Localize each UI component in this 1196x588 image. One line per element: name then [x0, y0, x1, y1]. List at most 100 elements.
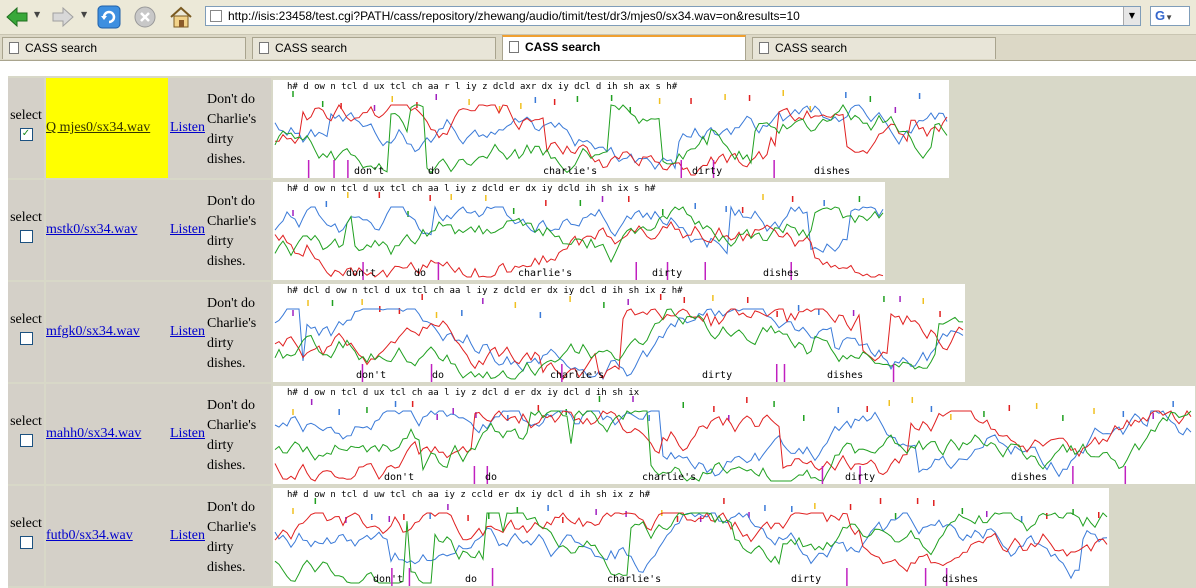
feature-curve — [274, 205, 884, 255]
word-label: do — [485, 472, 497, 483]
feature-plot[interactable]: h# dcl d ow n tcl d ux tcl ch aa l iy z … — [273, 284, 965, 382]
sentence-line: dishes. — [207, 560, 246, 575]
forward-dropdown-icon[interactable]: ▼ — [81, 10, 87, 19]
select-checkbox[interactable] — [19, 536, 33, 549]
sentence-line: Don't do — [207, 296, 256, 311]
feature-plot[interactable]: h# d ow n tcl d ux tcl ch aa l iy z dcl … — [273, 386, 1195, 484]
sentence-text: Don't do Charlie's dirty dishes. — [205, 384, 271, 484]
phone-labels: h# d ow n tcl d ux tcl ch aa l iy z dcl … — [287, 388, 640, 398]
sentence-line: Don't do — [207, 398, 256, 413]
page-icon — [9, 42, 19, 54]
home-icon[interactable] — [168, 4, 194, 30]
select-cell: select ✓ — [8, 78, 44, 178]
word-label: dishes — [942, 574, 978, 585]
sentence-line: Don't do — [207, 194, 256, 209]
page-icon — [509, 41, 519, 53]
select-checkbox[interactable]: ✓ — [19, 128, 33, 141]
url-text: http://isis:23458/test.cgi?PATH/cass/rep… — [228, 9, 800, 23]
select-label: select — [10, 108, 42, 123]
tab-1[interactable]: CASS search — [2, 37, 246, 59]
word-label: charlie's — [543, 166, 597, 177]
sentence-line: Don't do — [207, 92, 256, 107]
select-cell: select — [8, 384, 44, 484]
feature-plot[interactable]: h# d ow n tcl d uw tcl ch aa iy z ccld e… — [273, 488, 1109, 586]
phone-labels: h# d ow n tcl d uw tcl ch aa iy z ccld e… — [287, 490, 651, 500]
word-label: charlie's — [642, 472, 696, 483]
word-label: dirty — [702, 370, 732, 381]
sentence-line: dirty — [207, 336, 234, 351]
file-link[interactable]: mstk0/sx34.wav — [46, 180, 168, 280]
sentence-line: dishes. — [207, 458, 246, 473]
stop-icon[interactable] — [132, 4, 158, 30]
sentence-text: Don't do Charlie's dirty dishes. — [205, 78, 271, 178]
word-label: charlie's — [550, 370, 604, 381]
result-row: select mstk0/sx34.wav Listen Don't do Ch… — [8, 180, 1196, 280]
result-row: select futb0/sx34.wav Listen Don't do Ch… — [8, 486, 1196, 586]
page-icon — [210, 10, 222, 22]
search-engine-box[interactable]: G▼ — [1150, 6, 1190, 26]
result-row: select mahh0/sx34.wav Listen Don't do Ch… — [8, 384, 1196, 484]
feature-curve — [274, 410, 1192, 482]
file-link[interactable]: mahh0/sx34.wav — [46, 384, 168, 484]
file-link[interactable]: futb0/sx34.wav — [46, 486, 168, 586]
results-table: select ✓ Q mjes0/sx34.wav Listen Don't d… — [8, 76, 1196, 588]
feature-plot-svg: h# d ow n tcl d ux tcl ch aa l iy z dcld… — [274, 184, 884, 280]
address-bar[interactable]: http://isis:23458/test.cgi?PATH/cass/rep… — [205, 6, 1141, 26]
word-label: don't — [384, 472, 414, 483]
listen-link[interactable]: Listen — [168, 486, 205, 586]
sentence-line: dishes. — [207, 356, 246, 371]
file-link[interactable]: Q mjes0/sx34.wav — [46, 78, 168, 178]
select-label: select — [10, 516, 42, 531]
listen-link[interactable]: Listen — [168, 78, 205, 178]
back-dropdown-icon[interactable]: ▼ — [34, 10, 40, 19]
select-checkbox[interactable] — [19, 332, 33, 345]
browser-toolbar: ▼ ▼ http://isis:23458/test.cgi?PATH/cass… — [0, 0, 1196, 35]
listen-link[interactable]: Listen — [168, 282, 205, 382]
word-label: dishes — [827, 370, 863, 381]
sentence-line: Charlie's — [207, 418, 257, 433]
search-engine-dropdown-icon[interactable]: ▼ — [1165, 13, 1173, 22]
back-arrow-icon[interactable] — [4, 4, 30, 30]
sentence-line: dirty — [207, 234, 234, 249]
sentence-text: Don't do Charlie's dirty dishes. — [205, 486, 271, 586]
address-dropdown-icon[interactable]: ▼ — [1123, 7, 1140, 25]
select-label: select — [10, 210, 42, 225]
select-checkbox[interactable] — [19, 230, 33, 243]
feature-curve — [274, 206, 884, 264]
file-link[interactable]: mfgk0/sx34.wav — [46, 282, 168, 382]
tab-3-active[interactable]: CASS search — [502, 35, 746, 60]
word-label: don't — [356, 370, 386, 381]
feature-curve — [274, 512, 1108, 580]
tab-4[interactable]: CASS search — [752, 37, 996, 59]
feature-plot-svg: h# dcl d ow n tcl d ux tcl ch aa l iy z … — [274, 286, 964, 382]
phone-labels: h# d ow n tcl d ux tcl ch aa r l iy z dc… — [287, 82, 678, 92]
feature-plot[interactable]: h# d ow n tcl d ux tcl ch aa l iy z dcld… — [273, 182, 885, 280]
word-label: do — [414, 268, 426, 279]
reload-icon[interactable] — [96, 4, 122, 30]
feature-plot-svg: h# d ow n tcl d uw tcl ch aa iy z ccld e… — [274, 490, 1108, 586]
word-label: dishes — [1011, 472, 1047, 483]
select-label: select — [10, 414, 42, 429]
word-label: dirty — [692, 166, 722, 177]
sentence-line: Don't do — [207, 500, 256, 515]
sentence-line: Charlie's — [207, 214, 257, 229]
sentence-text: Don't do Charlie's dirty dishes. — [205, 180, 271, 280]
tab-2[interactable]: CASS search — [252, 37, 496, 59]
listen-link[interactable]: Listen — [168, 180, 205, 280]
word-label: do — [428, 166, 440, 177]
listen-link[interactable]: Listen — [168, 384, 205, 484]
feature-plot[interactable]: h# d ow n tcl d ux tcl ch aa r l iy z dc… — [273, 80, 949, 178]
phone-labels: h# dcl d ow n tcl d ux tcl ch aa l iy z … — [287, 286, 683, 296]
page-icon — [259, 42, 269, 54]
sentence-line: Charlie's — [207, 520, 257, 535]
sentence-line: dirty — [207, 132, 234, 147]
word-label: dirty — [845, 472, 875, 483]
select-cell: select — [8, 282, 44, 382]
select-checkbox[interactable] — [19, 434, 33, 447]
forward-arrow-icon[interactable] — [50, 4, 76, 30]
word-label: dishes — [763, 268, 799, 279]
feature-curve — [274, 308, 964, 380]
select-cell: select — [8, 486, 44, 586]
result-row: select ✓ Q mjes0/sx34.wav Listen Don't d… — [8, 78, 1196, 178]
word-label: dishes — [814, 166, 850, 177]
